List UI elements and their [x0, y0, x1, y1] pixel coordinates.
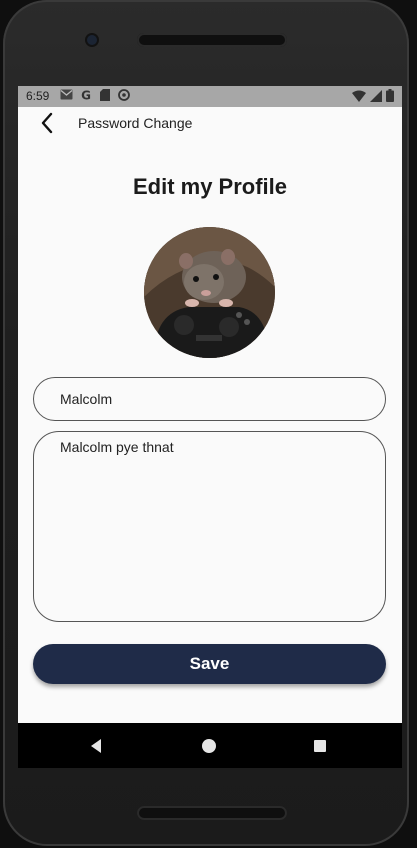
app-header: Password Change	[18, 107, 402, 139]
android-nav-bar	[18, 723, 402, 768]
status-bar: 6:59 G	[18, 86, 402, 107]
app-screen: 6:59 G Password Change Edit my Profile M…	[18, 86, 402, 768]
battery-icon	[386, 89, 394, 105]
status-notification-icons: G	[60, 89, 130, 103]
sd-card-icon	[98, 89, 111, 102]
sync-icon	[117, 89, 130, 102]
wifi-icon	[352, 90, 366, 105]
nav-recent-apps-button[interactable]	[311, 737, 329, 755]
back-button[interactable]	[36, 111, 60, 135]
google-icon: G	[79, 89, 92, 103]
bio-textarea[interactable]: Malcolm pye thnat	[33, 431, 386, 622]
nav-home-icon	[200, 739, 218, 759]
nav-back-icon	[88, 739, 106, 759]
svg-text:G: G	[81, 89, 91, 101]
nav-home-button[interactable]	[200, 737, 218, 755]
status-system-icons	[352, 89, 394, 105]
gmail-icon	[60, 89, 73, 102]
profile-avatar[interactable]	[144, 227, 275, 358]
device-frame: 6:59 G Password Change Edit my Profile M…	[0, 0, 417, 848]
avatar-photo	[144, 227, 275, 358]
top-speaker	[137, 33, 287, 47]
name-input[interactable]	[33, 377, 386, 421]
nav-back-button[interactable]	[88, 737, 106, 755]
page-title: Edit my Profile	[132, 174, 288, 199]
chevron-left-icon	[36, 112, 60, 139]
nav-recent-apps-icon	[311, 740, 329, 759]
header-title[interactable]: Password Change	[78, 115, 192, 131]
status-time: 6:59	[26, 89, 50, 103]
front-camera	[87, 35, 97, 45]
signal-icon	[370, 89, 382, 105]
save-button[interactable]: Save	[33, 644, 386, 684]
bottom-speaker	[137, 806, 287, 820]
